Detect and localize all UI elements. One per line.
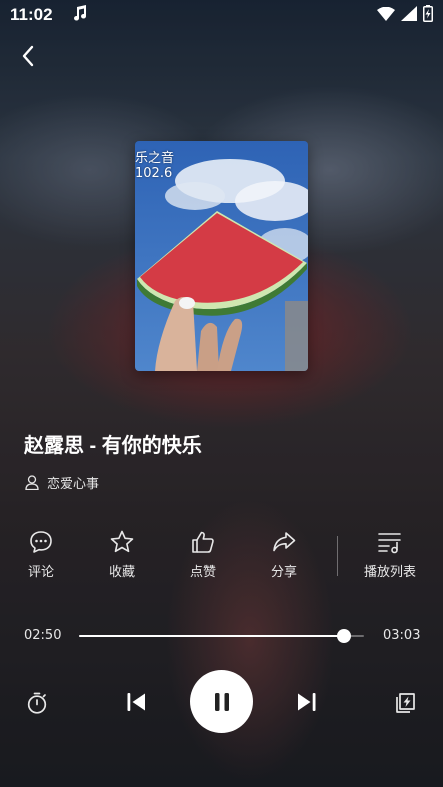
- artist-name: 恋爱心事: [47, 477, 100, 492]
- share-button[interactable]: 分享: [244, 528, 324, 580]
- playlist-label: 播放列表: [363, 565, 416, 580]
- playlist-button[interactable]: 播放列表: [350, 528, 430, 580]
- timer-icon: [27, 692, 47, 714]
- like-button[interactable]: 点赞: [163, 528, 243, 580]
- action-divider: [337, 536, 338, 576]
- share-icon: [271, 528, 297, 556]
- skip-next-icon: [298, 693, 316, 711]
- playlist-icon: [376, 528, 404, 556]
- favorite-button[interactable]: 收藏: [82, 528, 162, 580]
- music-note-icon: [73, 5, 87, 25]
- action-bar: 评论 收藏 点赞 分享 播放列表: [0, 528, 443, 583]
- artist-link[interactable]: 恋爱心事: [25, 473, 99, 492]
- skip-previous-icon: [127, 693, 145, 711]
- status-bar: 11:02: [0, 0, 443, 30]
- play-mode-button[interactable]: [390, 688, 420, 718]
- battery-charging-icon: [423, 4, 433, 26]
- favorite-label: 收藏: [108, 565, 135, 580]
- total-time: 03:03: [383, 628, 421, 643]
- progress-row: 02:50 03:03: [0, 626, 443, 646]
- song-title: 赵露思 - 有你的快乐: [24, 435, 202, 457]
- user-icon: [25, 475, 39, 490]
- previous-button[interactable]: [120, 686, 152, 718]
- comment-button[interactable]: 评论: [1, 528, 81, 580]
- album-cover: 乐之音 102.6: [135, 141, 308, 371]
- pause-button[interactable]: [190, 670, 253, 733]
- progress-slider[interactable]: [79, 629, 364, 643]
- progress-fill: [79, 635, 344, 637]
- thumbs-up-icon: [190, 528, 216, 556]
- background-shade: [0, 0, 443, 787]
- cover-station-name: 乐之音: [135, 151, 175, 166]
- pause-icon: [214, 692, 229, 711]
- like-label: 点赞: [189, 565, 216, 580]
- lightning-mode-icon: [396, 693, 415, 713]
- status-time: 11:02: [10, 5, 53, 24]
- wifi-icon: [377, 6, 395, 25]
- signal-icon: [401, 5, 417, 25]
- share-label: 分享: [270, 565, 297, 580]
- playback-controls: [0, 670, 443, 734]
- timer-button[interactable]: [22, 688, 52, 718]
- progress-knob[interactable]: [336, 629, 351, 643]
- back-button[interactable]: [14, 42, 42, 70]
- next-button[interactable]: [291, 686, 323, 718]
- comment-icon: [28, 528, 54, 556]
- current-time: 02:50: [24, 628, 62, 643]
- cover-station-frequency: 102.6: [135, 166, 173, 181]
- star-icon: [109, 528, 135, 556]
- chevron-left-icon: [22, 45, 34, 67]
- comment-label: 评论: [27, 565, 54, 580]
